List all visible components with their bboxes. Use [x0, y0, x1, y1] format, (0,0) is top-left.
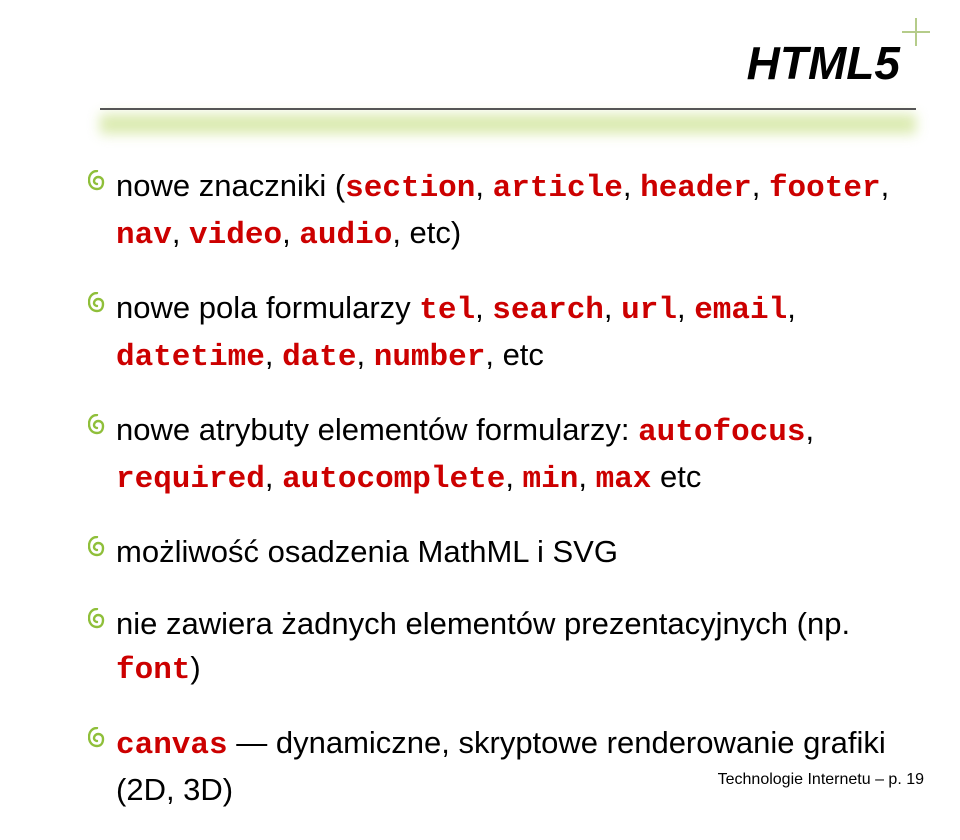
code-token: font: [116, 653, 190, 688]
code-token: search: [492, 293, 604, 328]
code-token: datetime: [116, 340, 265, 375]
code-token: header: [640, 171, 752, 206]
text-token: ,: [677, 290, 694, 325]
text-token: — dynamiczne, skryptowe renderowanie gra…: [116, 725, 886, 807]
list-item-text: możliwość osadzenia MathML i SVG: [116, 530, 618, 574]
text-token: ,: [282, 215, 299, 250]
text-token: ,: [604, 290, 621, 325]
list-item: nie zawiera żadnych elementów prezentacy…: [78, 602, 910, 693]
text-token: ,: [475, 168, 492, 203]
slide-footer: Technologie Internetu – p. 19: [718, 771, 924, 789]
corner-decoration: [902, 18, 930, 46]
bullet-icon: [78, 408, 116, 436]
text-token: nowe pola formularzy: [116, 290, 419, 325]
text-token: ,: [806, 412, 815, 447]
code-token: email: [694, 293, 787, 328]
code-token: video: [189, 218, 282, 253]
spiral-bullet-icon: [88, 608, 106, 630]
list-item-text: nowe znaczniki (section, article, header…: [116, 164, 910, 258]
code-token: number: [374, 340, 486, 375]
list-item: canvas — dynamiczne, skryptowe renderowa…: [78, 721, 910, 812]
bullet-list: nowe znaczniki (section, article, header…: [78, 164, 910, 840]
text-token: nowe atrybuty elementów formularzy:: [116, 412, 638, 447]
code-token: date: [282, 340, 356, 375]
spiral-bullet-icon: [88, 536, 106, 558]
bullet-icon: [78, 286, 116, 314]
code-token: autofocus: [638, 415, 805, 450]
text-token: ,: [356, 337, 373, 372]
text-token: ): [190, 650, 200, 685]
text-token: ,: [265, 459, 282, 494]
bullet-icon: [78, 602, 116, 630]
code-token: url: [621, 293, 677, 328]
text-token: nie zawiera żadnych elementów prezentacy…: [116, 606, 850, 641]
text-token: ,: [787, 290, 796, 325]
list-item-text: canvas — dynamiczne, skryptowe renderowa…: [116, 721, 910, 812]
code-token: canvas: [116, 728, 228, 763]
text-token: ,: [172, 215, 189, 250]
list-item: możliwość osadzenia MathML i SVG: [78, 530, 910, 574]
list-item-text: nowe pola formularzy tel, search, url, e…: [116, 286, 910, 380]
text-token: , etc): [392, 215, 461, 250]
list-item-text: nowe atrybuty elementów formularzy: auto…: [116, 408, 910, 502]
code-token: article: [493, 171, 623, 206]
text-token: , etc: [485, 337, 544, 372]
text-token: ,: [475, 290, 492, 325]
spiral-bullet-icon: [88, 727, 106, 749]
text-token: ,: [752, 168, 769, 203]
list-item: nowe atrybuty elementów formularzy: auto…: [78, 408, 910, 502]
list-item: nowe znaczniki (section, article, header…: [78, 164, 910, 258]
code-token: audio: [299, 218, 392, 253]
text-token: ,: [881, 168, 890, 203]
title-underline: [100, 104, 916, 138]
bullet-icon: [78, 530, 116, 558]
bullet-icon: [78, 164, 116, 192]
code-token: section: [345, 171, 475, 206]
text-token: etc: [651, 459, 701, 494]
code-token: nav: [116, 218, 172, 253]
code-token: min: [523, 462, 579, 497]
text-token: nowe znaczniki (: [116, 168, 345, 203]
text-token: ,: [505, 459, 522, 494]
code-token: tel: [419, 293, 475, 328]
spiral-bullet-icon: [88, 292, 106, 314]
spiral-bullet-icon: [88, 170, 106, 192]
code-token: footer: [769, 171, 881, 206]
code-token: max: [596, 462, 652, 497]
slide-title: HTML5: [747, 36, 900, 90]
text-token: możliwość osadzenia MathML i SVG: [116, 534, 618, 569]
text-token: ,: [265, 337, 282, 372]
spiral-bullet-icon: [88, 414, 106, 436]
code-token: autocomplete: [282, 462, 505, 497]
list-item: nowe pola formularzy tel, search, url, e…: [78, 286, 910, 380]
list-item-text: nie zawiera żadnych elementów prezentacy…: [116, 602, 910, 693]
text-token: ,: [623, 168, 640, 203]
code-token: required: [116, 462, 265, 497]
bullet-icon: [78, 721, 116, 749]
text-token: ,: [578, 459, 595, 494]
